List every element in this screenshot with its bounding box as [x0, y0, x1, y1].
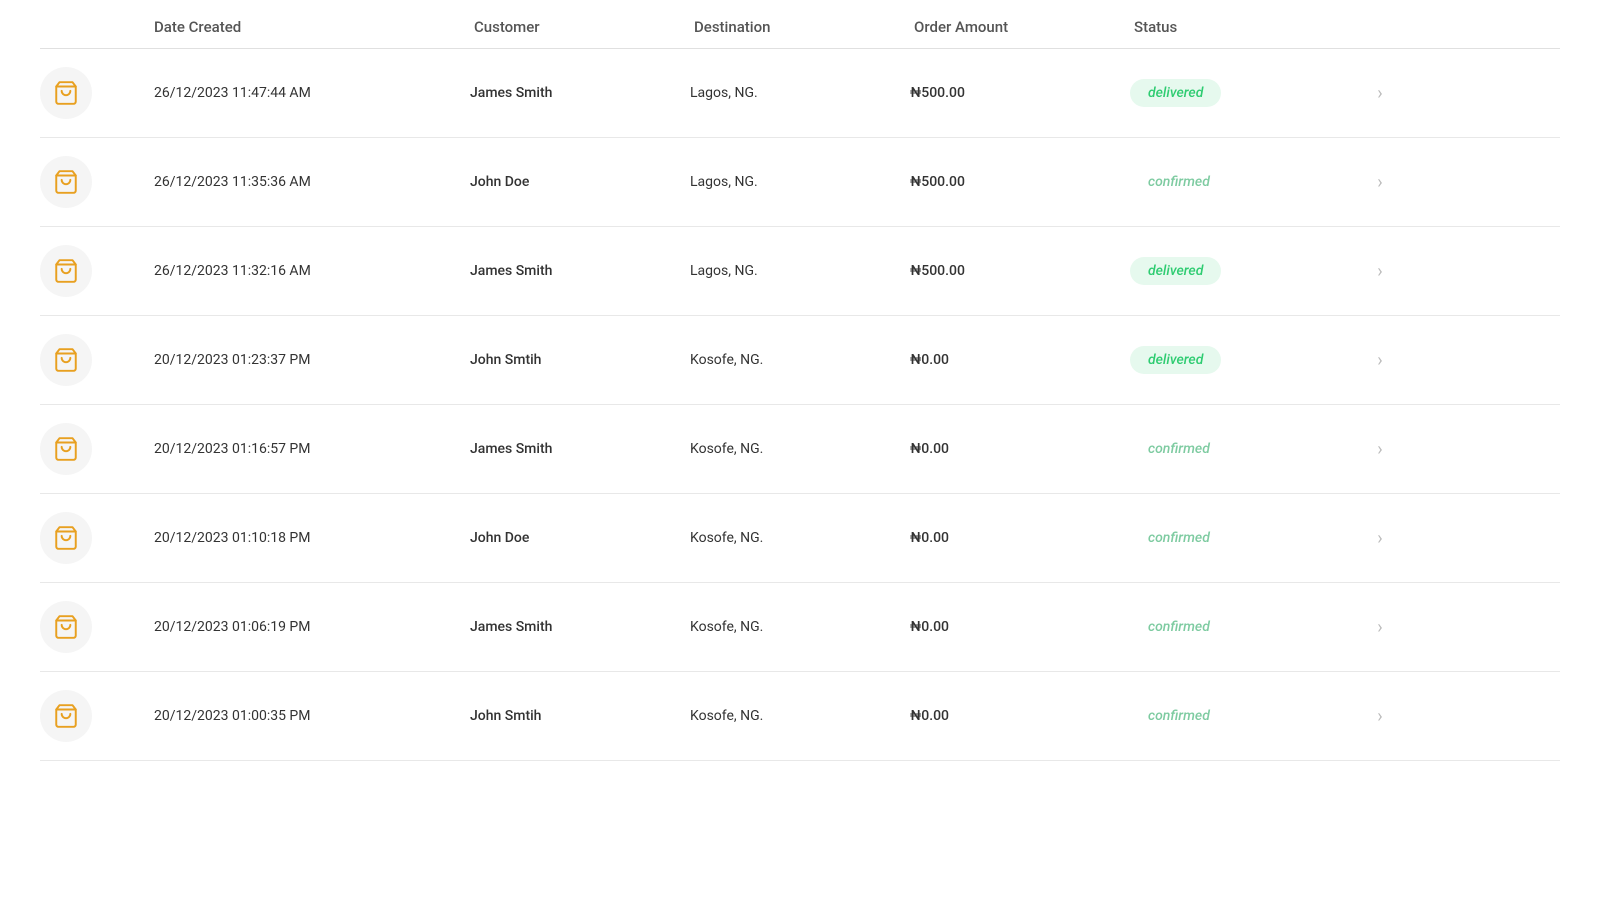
row-customer: John Doe — [470, 174, 690, 190]
status-badge: confirmed — [1130, 613, 1228, 641]
row-icon-cell — [40, 245, 150, 297]
cart-icon-wrap — [40, 601, 92, 653]
row-icon-cell — [40, 690, 150, 742]
header-date: Date Created — [150, 18, 470, 36]
row-customer: James Smith — [470, 441, 690, 457]
table-row[interactable]: 26/12/2023 11:47:44 AM James Smith Lagos… — [40, 49, 1560, 138]
row-chevron: › — [1350, 439, 1410, 460]
row-status-cell: delivered — [1130, 257, 1350, 285]
cart-icon — [53, 614, 79, 640]
row-customer: James Smith — [470, 263, 690, 279]
row-amount: ₦0.00 — [910, 708, 1130, 724]
row-icon-cell — [40, 423, 150, 475]
cart-icon-wrap — [40, 67, 92, 119]
row-date: 26/12/2023 11:32:16 AM — [150, 263, 470, 279]
row-destination: Kosofe, NG. — [690, 441, 910, 457]
cart-icon — [53, 436, 79, 462]
cart-icon-wrap — [40, 423, 92, 475]
table-body: 26/12/2023 11:47:44 AM James Smith Lagos… — [40, 49, 1560, 761]
cart-icon-wrap — [40, 334, 92, 386]
status-badge: confirmed — [1130, 702, 1228, 730]
row-chevron: › — [1350, 261, 1410, 282]
row-destination: Lagos, NG. — [690, 263, 910, 279]
table-row[interactable]: 20/12/2023 01:10:18 PM John Doe Kosofe, … — [40, 494, 1560, 583]
row-chevron: › — [1350, 528, 1410, 549]
cart-icon — [53, 525, 79, 551]
cart-icon — [53, 703, 79, 729]
row-amount: ₦0.00 — [910, 530, 1130, 546]
row-customer: John Smtih — [470, 708, 690, 724]
row-chevron: › — [1350, 172, 1410, 193]
row-customer: James Smith — [470, 85, 690, 101]
row-chevron: › — [1350, 350, 1410, 371]
row-chevron: › — [1350, 617, 1410, 638]
cart-icon-wrap — [40, 690, 92, 742]
table-row[interactable]: 26/12/2023 11:35:36 AM John Doe Lagos, N… — [40, 138, 1560, 227]
cart-icon — [53, 347, 79, 373]
header-status: Status — [1130, 18, 1350, 36]
row-date: 20/12/2023 01:00:35 PM — [150, 708, 470, 724]
header-customer: Customer — [470, 18, 690, 36]
row-status-cell: confirmed — [1130, 702, 1350, 730]
status-badge: delivered — [1130, 79, 1221, 107]
cart-icon — [53, 258, 79, 284]
cart-icon-wrap — [40, 156, 92, 208]
row-icon-cell — [40, 334, 150, 386]
row-customer: John Smtih — [470, 352, 690, 368]
row-customer: James Smith — [470, 619, 690, 635]
row-status-cell: confirmed — [1130, 613, 1350, 641]
table-row[interactable]: 20/12/2023 01:06:19 PM James Smith Kosof… — [40, 583, 1560, 672]
header-icon-col — [40, 18, 150, 36]
row-status-cell: confirmed — [1130, 524, 1350, 552]
row-date: 20/12/2023 01:23:37 PM — [150, 352, 470, 368]
header-destination: Destination — [690, 18, 910, 36]
row-status-cell: confirmed — [1130, 168, 1350, 196]
table-row[interactable]: 26/12/2023 11:32:16 AM James Smith Lagos… — [40, 227, 1560, 316]
cart-icon-wrap — [40, 512, 92, 564]
status-badge: delivered — [1130, 257, 1221, 285]
row-chevron: › — [1350, 706, 1410, 727]
row-chevron: › — [1350, 83, 1410, 104]
row-icon-cell — [40, 67, 150, 119]
row-date: 26/12/2023 11:35:36 AM — [150, 174, 470, 190]
table-row[interactable]: 20/12/2023 01:23:37 PM John Smtih Kosofe… — [40, 316, 1560, 405]
row-status-cell: confirmed — [1130, 435, 1350, 463]
row-amount: ₦0.00 — [910, 352, 1130, 368]
row-icon-cell — [40, 512, 150, 564]
row-destination: Kosofe, NG. — [690, 352, 910, 368]
status-badge: confirmed — [1130, 524, 1228, 552]
status-badge: confirmed — [1130, 435, 1228, 463]
header-amount: Order Amount — [910, 18, 1130, 36]
row-destination: Kosofe, NG. — [690, 708, 910, 724]
row-destination: Lagos, NG. — [690, 85, 910, 101]
row-destination: Lagos, NG. — [690, 174, 910, 190]
cart-icon — [53, 80, 79, 106]
row-amount: ₦500.00 — [910, 263, 1130, 279]
table-row[interactable]: 20/12/2023 01:00:35 PM John Smtih Kosofe… — [40, 672, 1560, 761]
row-amount: ₦500.00 — [910, 85, 1130, 101]
row-icon-cell — [40, 156, 150, 208]
cart-icon — [53, 169, 79, 195]
cart-icon-wrap — [40, 245, 92, 297]
row-amount: ₦0.00 — [910, 441, 1130, 457]
row-amount: ₦0.00 — [910, 619, 1130, 635]
status-badge: confirmed — [1130, 168, 1228, 196]
row-status-cell: delivered — [1130, 346, 1350, 374]
row-amount: ₦500.00 — [910, 174, 1130, 190]
table-row[interactable]: 20/12/2023 01:16:57 PM James Smith Kosof… — [40, 405, 1560, 494]
row-destination: Kosofe, NG. — [690, 619, 910, 635]
row-date: 20/12/2023 01:16:57 PM — [150, 441, 470, 457]
status-badge: delivered — [1130, 346, 1221, 374]
orders-table: Date Created Customer Destination Order … — [0, 0, 1600, 900]
row-date: 20/12/2023 01:10:18 PM — [150, 530, 470, 546]
table-header: Date Created Customer Destination Order … — [40, 0, 1560, 49]
row-icon-cell — [40, 601, 150, 653]
row-date: 26/12/2023 11:47:44 AM — [150, 85, 470, 101]
row-date: 20/12/2023 01:06:19 PM — [150, 619, 470, 635]
row-customer: John Doe — [470, 530, 690, 546]
header-chevron-col — [1350, 18, 1410, 36]
row-destination: Kosofe, NG. — [690, 530, 910, 546]
row-status-cell: delivered — [1130, 79, 1350, 107]
